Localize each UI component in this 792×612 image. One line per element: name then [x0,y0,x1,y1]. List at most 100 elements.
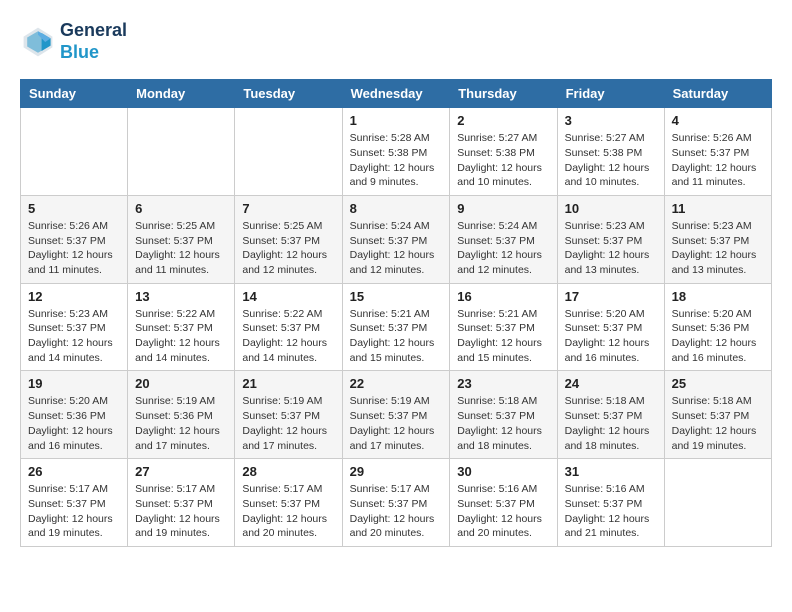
day-info: Sunrise: 5:20 AM Sunset: 5:36 PM Dayligh… [28,394,120,453]
day-number: 21 [242,376,334,391]
calendar-cell: 13 Sunrise: 5:22 AM Sunset: 5:37 PM Dayli… [128,283,235,371]
calendar-cell: 20Sunrise: 5:19 AM Sunset: 5:36 PM Dayli… [128,371,235,459]
day-info: Sunrise: 5:25 AM Sunset: 5:37 PM Dayligh… [135,219,227,278]
calendar-cell: 18 Sunrise: 5:20 AM Sunset: 5:36 PM Dayli… [664,283,771,371]
day-number: 5 [28,201,120,216]
day-info: Sunrise: 5:20 AM Sunset: 5:37 PM Dayligh… [565,307,657,366]
calendar-cell: 4 Sunrise: 5:26 AM Sunset: 5:37 PM Daylig… [664,108,771,196]
day-info: Sunrise: 5:26 AM Sunset: 5:37 PM Dayligh… [28,219,120,278]
day-header-saturday: Saturday [664,80,771,108]
day-info: Sunrise: 5:18 AM Sunset: 5:37 PM Dayligh… [565,394,657,453]
calendar-cell: 3 Sunrise: 5:27 AM Sunset: 5:38 PM Daylig… [557,108,664,196]
day-number: 1 [350,113,443,128]
day-info: Sunrise: 5:20 AM Sunset: 5:36 PM Dayligh… [672,307,764,366]
day-info: Sunrise: 5:27 AM Sunset: 5:38 PM Dayligh… [565,131,657,190]
day-info: Sunrise: 5:24 AM Sunset: 5:37 PM Dayligh… [457,219,549,278]
day-info: Sunrise: 5:27 AM Sunset: 5:38 PM Dayligh… [457,131,549,190]
day-info: Sunrise: 5:26 AM Sunset: 5:37 PM Dayligh… [672,131,764,190]
day-info: Sunrise: 5:23 AM Sunset: 5:37 PM Dayligh… [565,219,657,278]
day-header-friday: Friday [557,80,664,108]
calendar-cell: 2 Sunrise: 5:27 AM Sunset: 5:38 PM Daylig… [450,108,557,196]
day-number: 11 [672,201,764,216]
page-header: General Blue [20,20,772,63]
calendar-cell: 1 Sunrise: 5:28 AM Sunset: 5:38 PM Daylig… [342,108,450,196]
day-number: 16 [457,289,549,304]
day-info: Sunrise: 5:19 AM Sunset: 5:37 PM Dayligh… [242,394,334,453]
calendar-cell [235,108,342,196]
day-number: 8 [350,201,443,216]
calendar-cell: 11 Sunrise: 5:23 AM Sunset: 5:37 PM Dayli… [664,195,771,283]
calendar-week-row: 5 Sunrise: 5:26 AM Sunset: 5:37 PM Daylig… [21,195,772,283]
day-header-wednesday: Wednesday [342,80,450,108]
calendar-cell: 7 Sunrise: 5:25 AM Sunset: 5:37 PM Daylig… [235,195,342,283]
day-info: Sunrise: 5:28 AM Sunset: 5:38 PM Dayligh… [350,131,443,190]
day-number: 4 [672,113,764,128]
day-number: 7 [242,201,334,216]
day-number: 28 [242,464,334,479]
calendar-cell: 30Sunrise: 5:16 AM Sunset: 5:37 PM Dayli… [450,459,557,547]
day-number: 12 [28,289,120,304]
day-info: Sunrise: 5:17 AM Sunset: 5:37 PM Dayligh… [28,482,120,541]
calendar-cell: 5 Sunrise: 5:26 AM Sunset: 5:37 PM Daylig… [21,195,128,283]
day-number: 9 [457,201,549,216]
calendar-week-row: 26Sunrise: 5:17 AM Sunset: 5:37 PM Dayli… [21,459,772,547]
calendar-cell: 26Sunrise: 5:17 AM Sunset: 5:37 PM Dayli… [21,459,128,547]
day-header-thursday: Thursday [450,80,557,108]
logo-text: General Blue [60,20,127,63]
calendar-cell: 16 Sunrise: 5:21 AM Sunset: 5:37 PM Dayli… [450,283,557,371]
day-info: Sunrise: 5:23 AM Sunset: 5:37 PM Dayligh… [672,219,764,278]
day-number: 27 [135,464,227,479]
day-info: Sunrise: 5:22 AM Sunset: 5:37 PM Dayligh… [242,307,334,366]
day-info: Sunrise: 5:21 AM Sunset: 5:37 PM Dayligh… [350,307,443,366]
calendar-cell: 24 Sunrise: 5:18 AM Sunset: 5:37 PM Dayli… [557,371,664,459]
calendar-cell: 10 Sunrise: 5:23 AM Sunset: 5:37 PM Dayli… [557,195,664,283]
day-number: 25 [672,376,764,391]
day-info: Sunrise: 5:19 AM Sunset: 5:37 PM Dayligh… [350,394,443,453]
calendar-header-row: SundayMondayTuesdayWednesdayThursdayFrid… [21,80,772,108]
day-number: 29 [350,464,443,479]
calendar-cell: 21 Sunrise: 5:19 AM Sunset: 5:37 PM Dayli… [235,371,342,459]
calendar-cell: 12 Sunrise: 5:23 AM Sunset: 5:37 PM Dayli… [21,283,128,371]
logo-icon [20,24,56,60]
day-number: 24 [565,376,657,391]
day-number: 20 [135,376,227,391]
day-number: 13 [135,289,227,304]
logo: General Blue [20,20,127,63]
calendar-cell: 19 Sunrise: 5:20 AM Sunset: 5:36 PM Dayli… [21,371,128,459]
day-number: 2 [457,113,549,128]
day-number: 3 [565,113,657,128]
day-info: Sunrise: 5:25 AM Sunset: 5:37 PM Dayligh… [242,219,334,278]
calendar-cell: 6Sunrise: 5:25 AM Sunset: 5:37 PM Daylig… [128,195,235,283]
calendar-cell: 22 Sunrise: 5:19 AM Sunset: 5:37 PM Dayli… [342,371,450,459]
calendar-cell: 9 Sunrise: 5:24 AM Sunset: 5:37 PM Daylig… [450,195,557,283]
day-number: 14 [242,289,334,304]
calendar-cell [128,108,235,196]
calendar-week-row: 19 Sunrise: 5:20 AM Sunset: 5:36 PM Dayli… [21,371,772,459]
day-info: Sunrise: 5:24 AM Sunset: 5:37 PM Dayligh… [350,219,443,278]
calendar-cell: 25 Sunrise: 5:18 AM Sunset: 5:37 PM Dayli… [664,371,771,459]
calendar-cell: 23Sunrise: 5:18 AM Sunset: 5:37 PM Dayli… [450,371,557,459]
calendar-table: SundayMondayTuesdayWednesdayThursdayFrid… [20,79,772,547]
day-info: Sunrise: 5:18 AM Sunset: 5:37 PM Dayligh… [672,394,764,453]
day-info: Sunrise: 5:16 AM Sunset: 5:37 PM Dayligh… [565,482,657,541]
day-info: Sunrise: 5:16 AM Sunset: 5:37 PM Dayligh… [457,482,549,541]
calendar-cell: 29Sunrise: 5:17 AM Sunset: 5:37 PM Dayli… [342,459,450,547]
day-info: Sunrise: 5:17 AM Sunset: 5:37 PM Dayligh… [135,482,227,541]
calendar-cell [664,459,771,547]
day-info: Sunrise: 5:17 AM Sunset: 5:37 PM Dayligh… [242,482,334,541]
day-header-sunday: Sunday [21,80,128,108]
calendar-cell: 31Sunrise: 5:16 AM Sunset: 5:37 PM Dayli… [557,459,664,547]
calendar-cell: 28 Sunrise: 5:17 AM Sunset: 5:37 PM Dayli… [235,459,342,547]
day-info: Sunrise: 5:21 AM Sunset: 5:37 PM Dayligh… [457,307,549,366]
day-number: 18 [672,289,764,304]
day-number: 10 [565,201,657,216]
calendar-cell: 8 Sunrise: 5:24 AM Sunset: 5:37 PM Daylig… [342,195,450,283]
day-info: Sunrise: 5:23 AM Sunset: 5:37 PM Dayligh… [28,307,120,366]
day-info: Sunrise: 5:22 AM Sunset: 5:37 PM Dayligh… [135,307,227,366]
day-number: 23 [457,376,549,391]
day-number: 22 [350,376,443,391]
calendar-week-row: 12 Sunrise: 5:23 AM Sunset: 5:37 PM Dayli… [21,283,772,371]
calendar-cell: 17Sunrise: 5:20 AM Sunset: 5:37 PM Dayli… [557,283,664,371]
day-number: 19 [28,376,120,391]
day-header-monday: Monday [128,80,235,108]
